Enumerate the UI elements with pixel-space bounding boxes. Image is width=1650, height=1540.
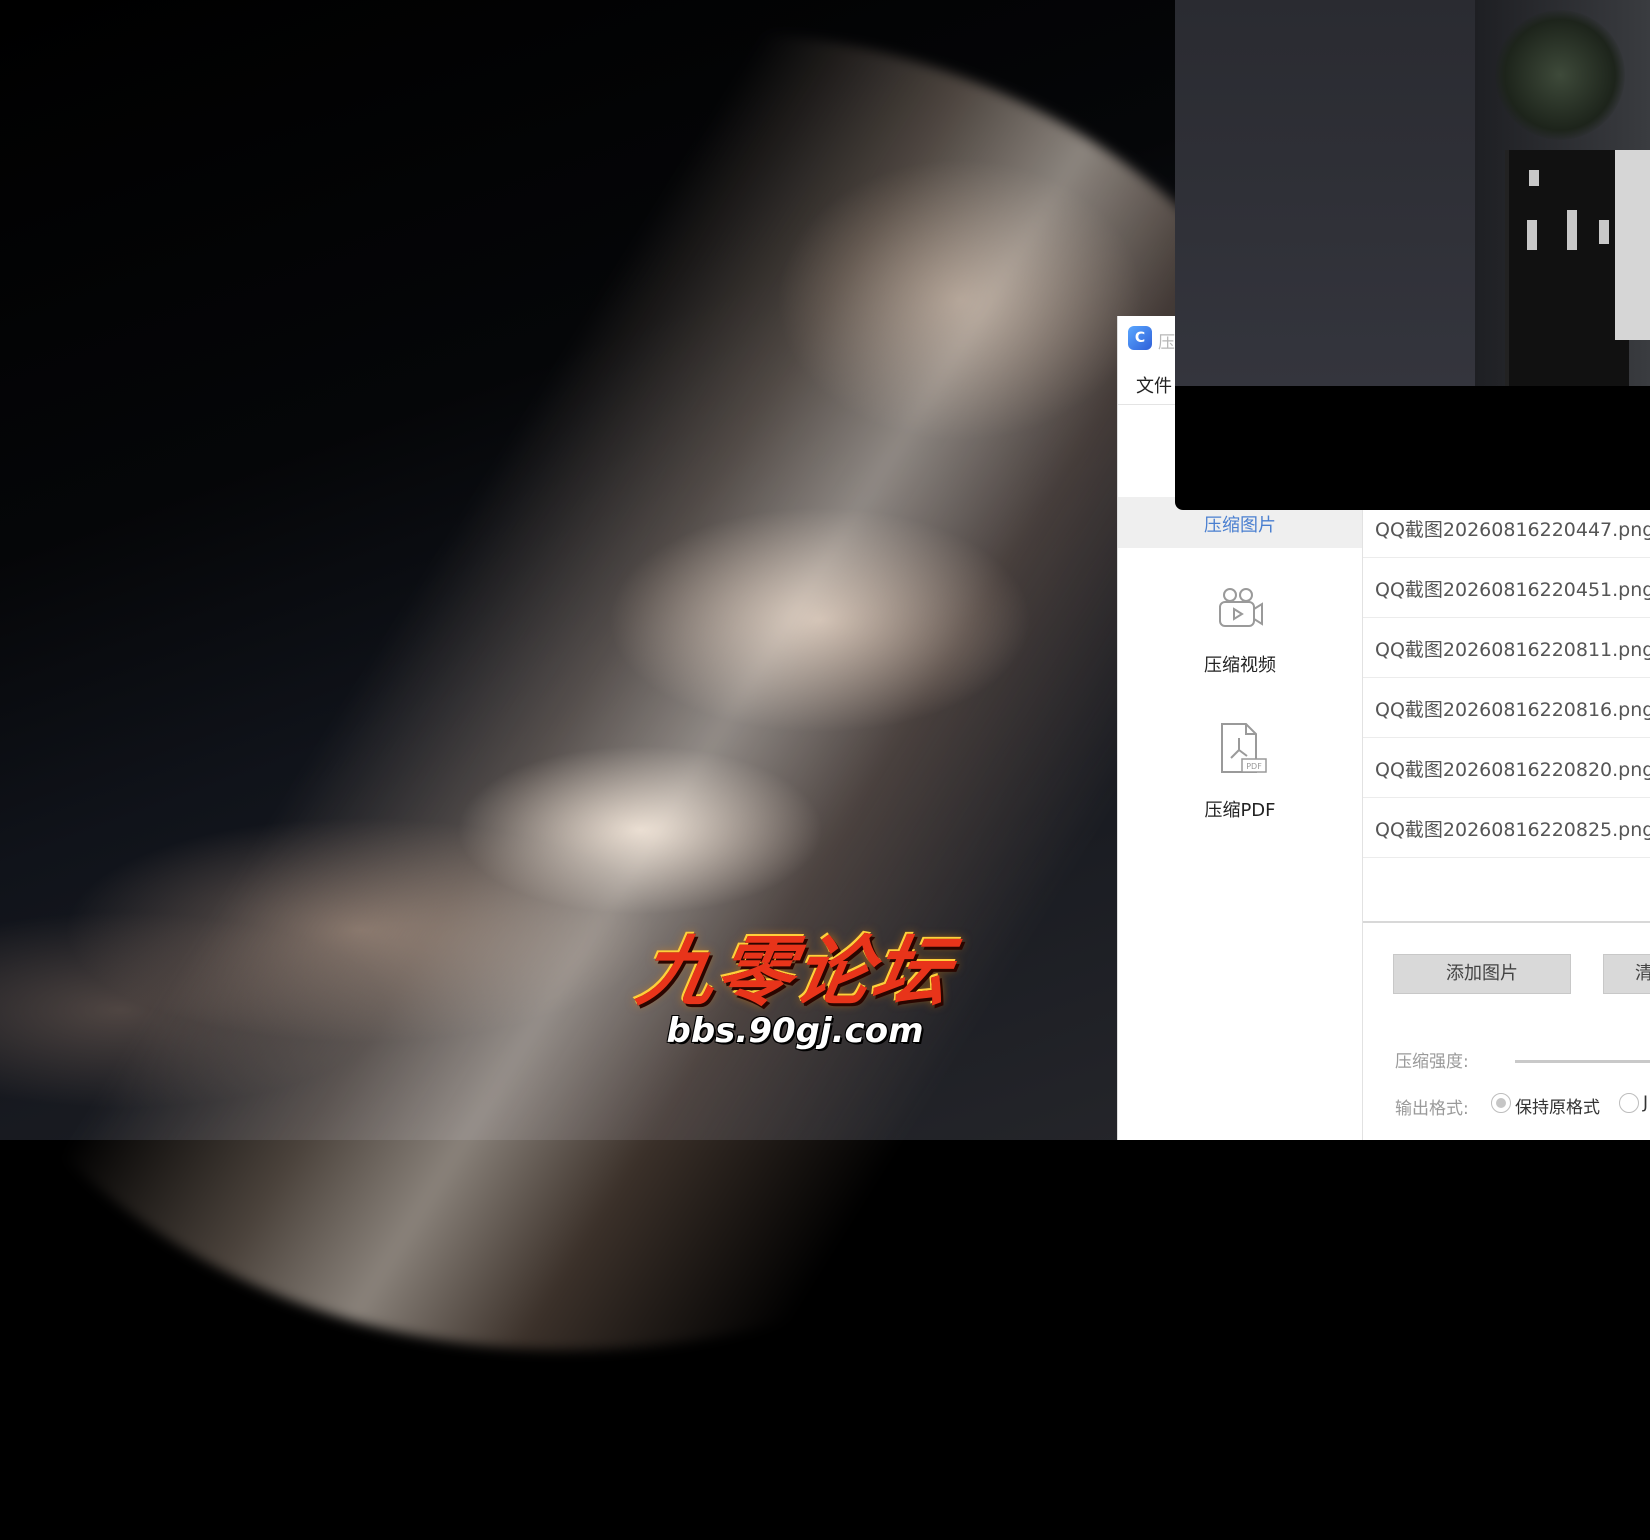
compression-strength-label: 压缩强度: — [1395, 1052, 1469, 1072]
preview-scene-image — [1175, 0, 1650, 386]
file-name: QQ截图20260816220825.png — [1375, 819, 1650, 841]
file-name: QQ截图20260816220447.png — [1375, 519, 1650, 541]
options-panel: 添加图片 清 压缩强度: 输出格式: 保持原格式 J — [1363, 921, 1650, 1142]
file-row[interactable]: QQ截图20260816220451.png — [1363, 557, 1650, 618]
sidebar-item-label: 压缩PDF — [1204, 800, 1276, 821]
sidebar-item-label: 压缩视频 — [1204, 655, 1276, 676]
file-row[interactable]: QQ截图20260816220820.png — [1363, 737, 1650, 798]
file-row[interactable]: QQ截图20260816220825.png — [1363, 797, 1650, 858]
add-image-button[interactable]: 添加图片 — [1393, 954, 1571, 994]
window-title: 压 — [1158, 333, 1175, 353]
file-name: QQ截图20260816220811.png — [1375, 639, 1650, 661]
format-keep-label: 保持原格式 — [1515, 1098, 1600, 1118]
window-bar — [1599, 220, 1609, 244]
format-other-radio[interactable] — [1619, 1093, 1639, 1113]
format-other-label: J — [1643, 1093, 1649, 1113]
video-camera-icon — [1219, 588, 1263, 627]
scene-wall — [1175, 0, 1475, 386]
compression-strength-slider[interactable] — [1515, 1060, 1650, 1063]
window-bar — [1567, 210, 1577, 250]
watermark-title: 九零论坛 — [631, 927, 959, 1016]
compressor-app-icon: C — [1128, 326, 1152, 350]
file-row[interactable]: QQ截图20260816220811.png — [1363, 617, 1650, 678]
menu-file[interactable]: 文件 — [1136, 372, 1172, 398]
video-preview-overlay[interactable] — [1175, 0, 1650, 510]
output-format-label: 输出格式: — [1395, 1099, 1469, 1119]
sidebar-item-label: 压缩图片 — [1204, 515, 1276, 536]
scene-plant — [1495, 10, 1625, 140]
forum-watermark-logo: 九零论坛 bbs.90gj.com — [600, 926, 990, 1056]
sidebar-item-compress-video[interactable]: 压缩视频 — [1118, 565, 1362, 685]
scene-window-frame — [1505, 150, 1629, 386]
file-name: QQ截图20260816220820.png — [1375, 759, 1650, 781]
file-name: QQ截图20260816220816.png — [1375, 699, 1650, 721]
pdf-badge-text: PDF — [1246, 762, 1262, 771]
file-name: QQ截图20260816220451.png — [1375, 579, 1650, 601]
format-keep-radio[interactable] — [1491, 1093, 1511, 1113]
file-row[interactable]: QQ截图20260816220816.png — [1363, 677, 1650, 738]
window-bar — [1527, 220, 1537, 250]
scene-window-light — [1615, 150, 1650, 340]
sidebar-item-compress-pdf[interactable]: PDF 压缩PDF — [1118, 710, 1362, 830]
sidebar: 压缩图片 压缩视频 PDF 压缩PDF — [1118, 405, 1363, 1140]
window-bar — [1529, 170, 1539, 186]
second-action-button[interactable]: 清 — [1603, 954, 1650, 994]
pdf-file-icon: PDF — [1221, 723, 1267, 773]
